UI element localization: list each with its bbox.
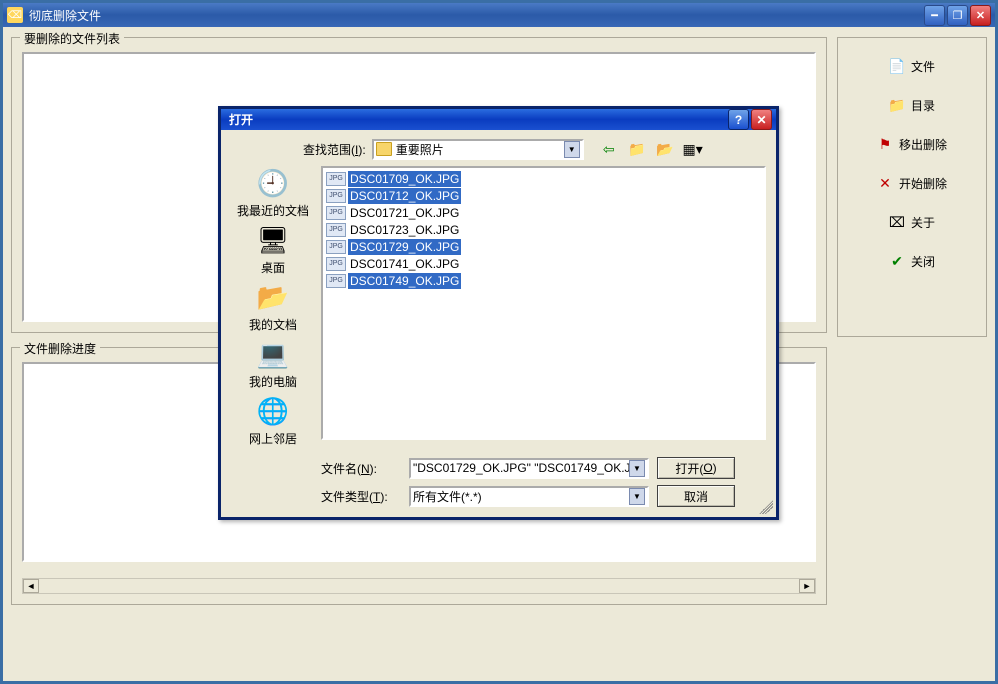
dialog-title: 打开 xyxy=(225,111,726,128)
jpg-icon: JPG xyxy=(326,189,346,203)
up-one-level-icon[interactable]: 📁 xyxy=(626,138,648,160)
places-bar: 🕘 我最近的文档 🖥 桌面 📂 我的文档 💻 我的电脑 🌐 网上邻居 xyxy=(231,166,315,447)
file-name: DSC01709_OK.JPG xyxy=(348,171,461,187)
rp-icon: ⌧ xyxy=(889,215,905,231)
place-2[interactable]: 📂 我的文档 xyxy=(249,280,297,333)
dialog-close-button[interactable]: ✕ xyxy=(751,109,772,130)
right-panel-button-2[interactable]: ⚑ 移出删除 xyxy=(877,136,947,153)
place-4[interactable]: 🌐 网上邻居 xyxy=(249,394,297,447)
cancel-button[interactable]: 取消 xyxy=(657,485,735,507)
maximize-button[interactable]: ❐ xyxy=(947,5,968,26)
jpg-icon: JPG xyxy=(326,172,346,186)
file-item[interactable]: JPGDSC01741_OK.JPG xyxy=(325,255,762,272)
lookin-value: 重要照片 xyxy=(396,141,560,158)
file-item[interactable]: JPGDSC01729_OK.JPG xyxy=(325,238,762,255)
jpg-icon: JPG xyxy=(326,206,346,220)
place-label: 我最近的文档 xyxy=(237,202,309,219)
rp-label: 目录 xyxy=(911,97,935,114)
file-list-legend: 要删除的文件列表 xyxy=(20,30,124,47)
new-folder-icon[interactable]: 📂 xyxy=(654,138,676,160)
jpg-icon: JPG xyxy=(326,274,346,288)
open-dialog: 打开 ? ✕ 查找范围(I): 重要照片 ▼ ⇦ 📁 📂 ▦▾ 🕘 我最近的文档 🖥… xyxy=(218,106,779,520)
place-icon: 📂 xyxy=(256,280,290,314)
rp-label: 关闭 xyxy=(911,253,935,270)
filetype-label: 文件类型(T): xyxy=(321,488,401,505)
open-button[interactable]: 打开(O) xyxy=(657,457,735,479)
filetype-dropdown-icon[interactable]: ▼ xyxy=(629,488,645,505)
place-label: 桌面 xyxy=(256,259,290,276)
scroll-left-arrow-icon[interactable]: ◄ xyxy=(23,579,39,593)
rp-label: 开始删除 xyxy=(899,175,947,192)
rp-icon: 📄 xyxy=(889,59,905,75)
place-0[interactable]: 🕘 我最近的文档 xyxy=(237,166,309,219)
lookin-select[interactable]: 重要照片 ▼ xyxy=(372,139,584,160)
file-item[interactable]: JPGDSC01709_OK.JPG xyxy=(325,170,762,187)
dialog-titlebar[interactable]: 打开 ? ✕ xyxy=(221,109,776,130)
right-panel-button-4[interactable]: ⌧ 关于 xyxy=(889,214,935,231)
hscrollbar[interactable]: ◄ ► xyxy=(22,578,816,594)
jpg-icon: JPG xyxy=(326,223,346,237)
lookin-label: 查找范围(I): xyxy=(303,141,366,158)
place-icon: 🌐 xyxy=(256,394,290,428)
file-item[interactable]: JPGDSC01723_OK.JPG xyxy=(325,221,762,238)
filetype-select[interactable]: 所有文件(*.*) ▼ xyxy=(409,486,649,507)
rp-icon: ✔ xyxy=(889,254,905,270)
progress-legend: 文件删除进度 xyxy=(20,340,100,357)
views-icon[interactable]: ▦▾ xyxy=(682,138,704,160)
file-name: DSC01729_OK.JPG xyxy=(348,239,461,255)
file-item[interactable]: JPGDSC01721_OK.JPG xyxy=(325,204,762,221)
place-3[interactable]: 💻 我的电脑 xyxy=(249,337,297,390)
rp-label: 关于 xyxy=(911,214,935,231)
rp-icon: ✕ xyxy=(877,176,893,192)
main-titlebar[interactable]: ⌫ 彻底删除文件 ━ ❐ ✕ xyxy=(3,3,995,27)
file-name: DSC01749_OK.JPG xyxy=(348,273,461,289)
right-panel: 📄 文件 📁 目录 ⚑ 移出删除 ✕ 开始删除 ⌧ 关于 ✔ 关闭 xyxy=(837,37,987,337)
dropdown-arrow-icon[interactable]: ▼ xyxy=(564,141,580,158)
rp-icon: ⚑ xyxy=(877,137,893,153)
right-panel-button-5[interactable]: ✔ 关闭 xyxy=(889,253,935,270)
file-name: DSC01723_OK.JPG xyxy=(348,222,461,238)
filename-input[interactable]: "DSC01729_OK.JPG" "DSC01749_OK.JPG" "I ▼ xyxy=(409,458,649,479)
help-button[interactable]: ? xyxy=(728,109,749,130)
right-panel-button-0[interactable]: 📄 文件 xyxy=(889,58,935,75)
file-name: DSC01712_OK.JPG xyxy=(348,188,461,204)
place-icon: 🕘 xyxy=(256,166,290,200)
place-1[interactable]: 🖥 桌面 xyxy=(256,223,290,276)
app-icon: ⌫ xyxy=(7,7,23,23)
scroll-right-arrow-icon[interactable]: ► xyxy=(799,579,815,593)
jpg-icon: JPG xyxy=(326,257,346,271)
jpg-icon: JPG xyxy=(326,240,346,254)
rp-label: 文件 xyxy=(911,58,935,75)
file-list[interactable]: JPGDSC01709_OK.JPGJPGDSC01712_OK.JPGJPGD… xyxy=(321,166,766,440)
minimize-button[interactable]: ━ xyxy=(924,5,945,26)
place-icon: 🖥 xyxy=(256,223,290,257)
rp-label: 移出删除 xyxy=(899,136,947,153)
window-title: 彻底删除文件 xyxy=(29,7,924,24)
rp-icon: 📁 xyxy=(889,98,905,114)
file-item[interactable]: JPGDSC01712_OK.JPG xyxy=(325,187,762,204)
right-panel-button-1[interactable]: 📁 目录 xyxy=(889,97,935,114)
filename-dropdown-icon[interactable]: ▼ xyxy=(629,460,645,477)
file-item[interactable]: JPGDSC01749_OK.JPG xyxy=(325,272,762,289)
close-button[interactable]: ✕ xyxy=(970,5,991,26)
file-name: DSC01721_OK.JPG xyxy=(348,205,461,221)
resize-grip-icon[interactable] xyxy=(759,500,773,514)
right-panel-button-3[interactable]: ✕ 开始删除 xyxy=(877,175,947,192)
place-label: 我的电脑 xyxy=(249,373,297,390)
back-icon[interactable]: ⇦ xyxy=(598,138,620,160)
place-label: 网上邻居 xyxy=(249,430,297,447)
file-name: DSC01741_OK.JPG xyxy=(348,256,461,272)
folder-icon xyxy=(376,142,392,156)
place-icon: 💻 xyxy=(256,337,290,371)
filename-label: 文件名(N): xyxy=(321,460,401,477)
place-label: 我的文档 xyxy=(249,316,297,333)
